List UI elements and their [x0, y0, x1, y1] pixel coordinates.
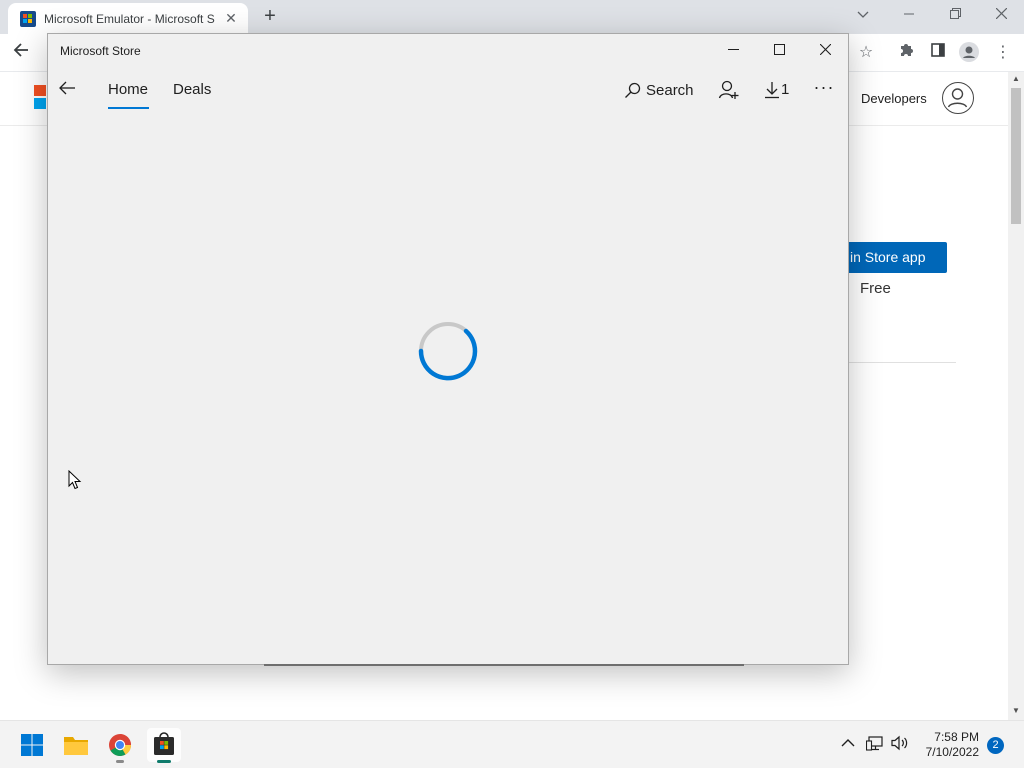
browser-close-icon[interactable] — [986, 4, 1016, 26]
system-clock[interactable]: 7:58 PM 7/10/2022 — [905, 730, 979, 760]
browser-minimize-icon[interactable] — [894, 4, 924, 26]
extensions-icon[interactable] — [895, 42, 917, 64]
browser-menu-icon[interactable]: ⋮ — [992, 42, 1014, 64]
profile-icon[interactable] — [958, 42, 980, 64]
browser-tabstrip: Microsoft Emulator - Microsoft S ✕ + — [0, 0, 1024, 34]
price-label: Free — [860, 280, 891, 297]
notification-count-badge[interactable]: 2 — [987, 737, 1004, 754]
store-maximize-icon[interactable] — [756, 38, 802, 62]
browser-restore-icon[interactable] — [940, 4, 970, 26]
network-icon[interactable] — [865, 735, 885, 755]
more-options-icon[interactable]: ··· — [812, 77, 836, 101]
active-tab-indicator — [108, 107, 149, 109]
store-window-title: Microsoft Store — [60, 44, 141, 58]
store-running-indicator — [157, 760, 171, 763]
browser-tab[interactable]: Microsoft Emulator - Microsoft S ✕ — [8, 3, 248, 34]
search-label: Search — [646, 82, 694, 99]
microsoft-store-icon[interactable] — [147, 728, 181, 762]
download-icon — [765, 82, 779, 99]
start-icon[interactable] — [15, 728, 49, 762]
store-close-icon[interactable] — [802, 38, 848, 62]
scroll-up-icon[interactable]: ▲ — [1011, 74, 1021, 84]
show-hidden-icons-chevron-up-icon[interactable] — [838, 735, 858, 755]
get-in-store-app-button[interactable]: in Store app — [840, 242, 947, 273]
scroll-down-icon[interactable]: ▼ — [1011, 706, 1021, 716]
tab-close-icon[interactable]: ✕ — [223, 10, 239, 26]
sign-in-user-icon[interactable] — [718, 79, 740, 101]
microsoft-logo-icon[interactable] — [34, 85, 46, 109]
store-titlebar[interactable]: Microsoft Store — [48, 34, 848, 67]
content-divider — [848, 362, 956, 363]
store-navbar: Home Deals Search 1 ··· — [48, 67, 848, 117]
developers-link[interactable]: Developers — [861, 91, 927, 106]
account-icon[interactable] — [942, 82, 974, 114]
side-panel-icon[interactable] — [927, 42, 949, 64]
tab-title: Microsoft Emulator - Microsoft S — [44, 12, 215, 26]
store-favicon-icon — [20, 11, 36, 27]
loading-spinner-icon — [418, 322, 478, 381]
tab-home[interactable]: Home — [108, 81, 148, 98]
chrome-running-indicator — [116, 760, 124, 763]
bookmark-star-icon[interactable]: ☆ — [855, 42, 877, 64]
store-minimize-icon[interactable] — [710, 38, 756, 62]
windows-taskbar: 7:58 PM 7/10/2022 2 — [0, 720, 1024, 768]
tab-search-icon[interactable] — [848, 4, 878, 26]
scrollbar-thumb[interactable] — [1011, 88, 1021, 224]
microsoft-store-window: Microsoft Store Home Deals Search 1 ··· — [47, 33, 849, 666]
mouse-cursor-icon — [68, 470, 82, 490]
window-bottom-bar — [264, 664, 744, 666]
browser-back-icon[interactable] — [10, 42, 32, 64]
clock-time: 7:58 PM — [934, 730, 979, 744]
chrome-icon[interactable] — [103, 728, 137, 762]
search-icon — [625, 82, 641, 98]
clock-date: 7/10/2022 — [925, 745, 979, 759]
store-back-icon[interactable] — [58, 79, 80, 101]
tab-deals[interactable]: Deals — [173, 81, 211, 98]
new-tab-button[interactable]: + — [258, 5, 282, 29]
downloads-count: 1 — [781, 81, 790, 98]
file-explorer-icon[interactable] — [59, 728, 93, 762]
